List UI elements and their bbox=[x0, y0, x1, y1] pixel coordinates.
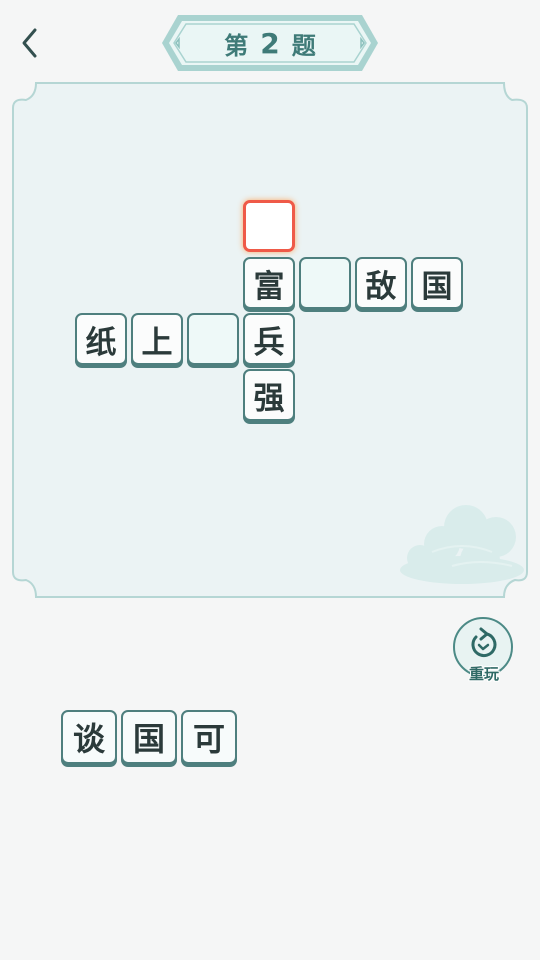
reset-label: 重玩 bbox=[468, 665, 499, 683]
grid-cell[interactable]: 兵 bbox=[243, 313, 295, 365]
back-button[interactable] bbox=[14, 24, 48, 62]
grid-cell[interactable]: 国 bbox=[411, 257, 463, 309]
grid-cell-empty[interactable] bbox=[299, 257, 351, 309]
grid-cell-empty[interactable] bbox=[187, 313, 239, 365]
reset-button[interactable]: 重玩 bbox=[452, 616, 518, 686]
grid-cell[interactable]: 纸 bbox=[75, 313, 127, 365]
chevron-left-icon bbox=[22, 28, 37, 58]
grid-cell-selected[interactable] bbox=[243, 200, 295, 252]
page-title: 第 2 题 bbox=[160, 13, 380, 73]
grid-cell[interactable]: 上 bbox=[131, 313, 183, 365]
title-prefix: 第 bbox=[224, 31, 249, 60]
choice-tile[interactable]: 可 bbox=[181, 710, 237, 764]
choice-tile[interactable]: 谈 bbox=[61, 710, 117, 764]
grid-cell[interactable]: 强 bbox=[243, 369, 295, 421]
grid-cell[interactable]: 富 bbox=[243, 257, 295, 309]
level-number: 2 bbox=[260, 26, 280, 60]
choice-tile[interactable]: 国 bbox=[121, 710, 177, 764]
refresh-icon bbox=[471, 627, 497, 658]
grid-cell[interactable]: 敌 bbox=[355, 257, 407, 309]
title-suffix: 题 bbox=[291, 31, 316, 60]
puzzle-board: 富 敌 国 纸 上 兵 强 bbox=[12, 82, 528, 598]
level-title-banner: 第 2 题 bbox=[160, 13, 380, 73]
